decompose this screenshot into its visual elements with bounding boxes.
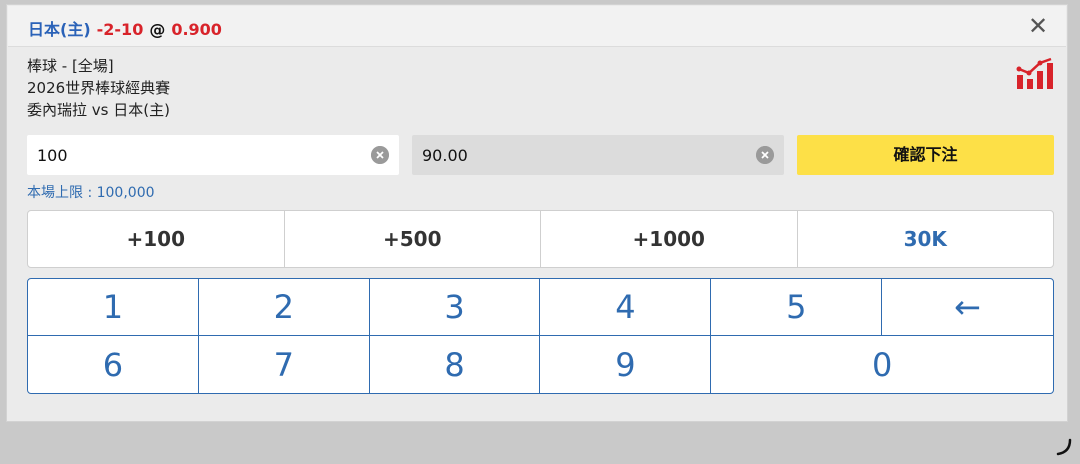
key-5[interactable]: 5	[711, 279, 883, 336]
match-label: 委內瑞拉 vs 日本(主)	[27, 101, 170, 119]
quick-add-500-button[interactable]: +500	[285, 211, 541, 267]
clear-stake-icon[interactable]	[371, 146, 389, 164]
stake-field	[27, 135, 399, 175]
key-1[interactable]: 1	[28, 279, 199, 336]
key-6[interactable]: 6	[28, 336, 199, 393]
match-info: 棒球 - [全場] 2026世界棒球經典賽 委內瑞拉 vs 日本(主)	[27, 55, 170, 121]
key-3[interactable]: 3	[369, 279, 541, 336]
clear-payout-icon[interactable]	[756, 146, 774, 164]
payout-input[interactable]	[412, 135, 784, 175]
key-9[interactable]: 9	[540, 336, 712, 393]
quick-amount-row: +100 +500 +1000 30K	[27, 210, 1054, 268]
quick-add-100-button[interactable]: +100	[28, 211, 285, 267]
stake-input[interactable]	[27, 135, 399, 175]
numeric-keypad: 1 2 3 4 5 ← 6 7 8 9 0	[27, 278, 1054, 394]
selection-handicap: -2-10	[96, 20, 144, 39]
quick-30k-button[interactable]: 30K	[798, 211, 1054, 267]
league-label: 2026世界棒球經典賽	[27, 79, 171, 97]
selection-team: 日本(主)	[28, 20, 91, 39]
payout-field	[412, 135, 784, 175]
sport-market-label: 棒球 - [全場]	[27, 57, 114, 75]
key-7[interactable]: 7	[199, 336, 370, 393]
bet-slip-panel: 日本(主) -2-10 @0.900 ✕ 棒球 - [全場] 2026世界棒球經典賽…	[6, 4, 1068, 422]
confirm-bet-button[interactable]: 確認下注	[797, 135, 1054, 175]
key-0[interactable]: 0	[711, 336, 1053, 393]
key-2[interactable]: 2	[198, 279, 370, 336]
at-symbol: @	[149, 20, 166, 39]
backspace-key[interactable]: ←	[882, 279, 1053, 336]
bet-slip-header: 日本(主) -2-10 @0.900 ✕	[8, 6, 1066, 47]
close-icon[interactable]: ✕	[1024, 10, 1052, 42]
quick-add-1000-button[interactable]: +1000	[541, 211, 798, 267]
stats-chart-icon[interactable]	[1015, 57, 1055, 91]
key-4[interactable]: 4	[540, 279, 712, 336]
key-8[interactable]: 8	[370, 336, 541, 393]
selection-odds: 0.900	[171, 20, 222, 39]
max-limit-label: 本場上限 : 100,000	[27, 185, 155, 201]
resize-handle-icon[interactable]	[1054, 438, 1072, 456]
selection-title: 日本(主) -2-10 @0.900	[28, 16, 222, 40]
